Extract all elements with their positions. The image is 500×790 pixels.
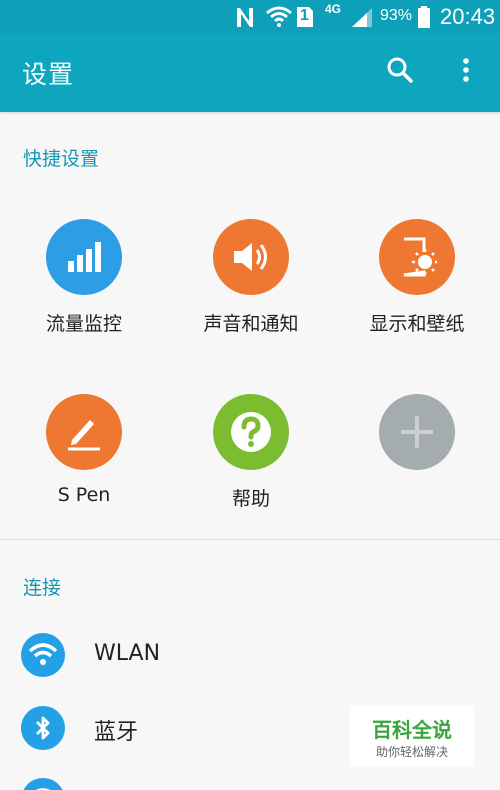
battery-percent: 93% xyxy=(380,7,413,24)
sim-number: 1 xyxy=(300,7,309,24)
watermark-title: 百科全说 xyxy=(372,718,452,742)
tile-label: 帮助 xyxy=(231,488,270,510)
tile-label: S Pen xyxy=(57,484,111,506)
sim-icon: 1 xyxy=(296,5,314,29)
list-item-label: 蓝牙 xyxy=(94,720,139,745)
wifi-icon xyxy=(21,778,65,790)
plus-icon xyxy=(379,394,455,470)
tile-label: 流量监控 xyxy=(45,313,122,335)
help-icon xyxy=(213,394,289,470)
tile-help[interactable]: 帮助 xyxy=(176,394,326,534)
status-bar: 1 4G 93% 20:43 xyxy=(0,0,500,33)
section-divider xyxy=(0,539,500,540)
tile-data-usage[interactable]: 流量监控 xyxy=(9,219,159,359)
wifi-icon xyxy=(21,633,65,677)
quick-settings-header: 快捷设置 xyxy=(23,148,100,170)
nfc-icon xyxy=(234,5,258,29)
list-item-label: WLAN xyxy=(94,641,161,666)
clock: 20:43 xyxy=(440,4,496,29)
tile-display-wallpaper[interactable]: 显示和壁纸 xyxy=(342,219,492,359)
page-title: 设置 xyxy=(22,60,75,89)
network-type: 4G xyxy=(325,2,342,16)
bluetooth-icon xyxy=(21,706,65,750)
display-brightness-icon xyxy=(379,219,455,295)
watermark: 百科全说 助你轻松解决 xyxy=(350,706,474,766)
app-bar: 设置 xyxy=(0,33,500,112)
tile-add[interactable] xyxy=(342,394,492,534)
wifi-status-icon xyxy=(265,5,293,29)
tile-label: 显示和壁纸 xyxy=(369,313,465,335)
more-options-button[interactable] xyxy=(444,50,488,94)
search-button[interactable] xyxy=(378,50,422,94)
list-item-partial[interactable] xyxy=(0,772,500,790)
pen-icon xyxy=(46,394,122,470)
tile-label: 声音和通知 xyxy=(203,313,299,335)
tile-s-pen[interactable]: S Pen xyxy=(9,394,159,534)
more-vert-icon xyxy=(462,57,470,87)
cellular-signal-icon xyxy=(350,5,374,29)
search-icon xyxy=(386,56,414,88)
list-item-wlan[interactable]: WLAN xyxy=(0,625,500,685)
battery-icon xyxy=(417,5,431,29)
signal-bars-icon xyxy=(46,219,122,295)
watermark-subtitle: 助你轻松解决 xyxy=(375,745,448,759)
speaker-icon xyxy=(213,219,289,295)
connections-header: 连接 xyxy=(23,577,62,599)
tile-sound-notifications[interactable]: 声音和通知 xyxy=(176,219,326,359)
